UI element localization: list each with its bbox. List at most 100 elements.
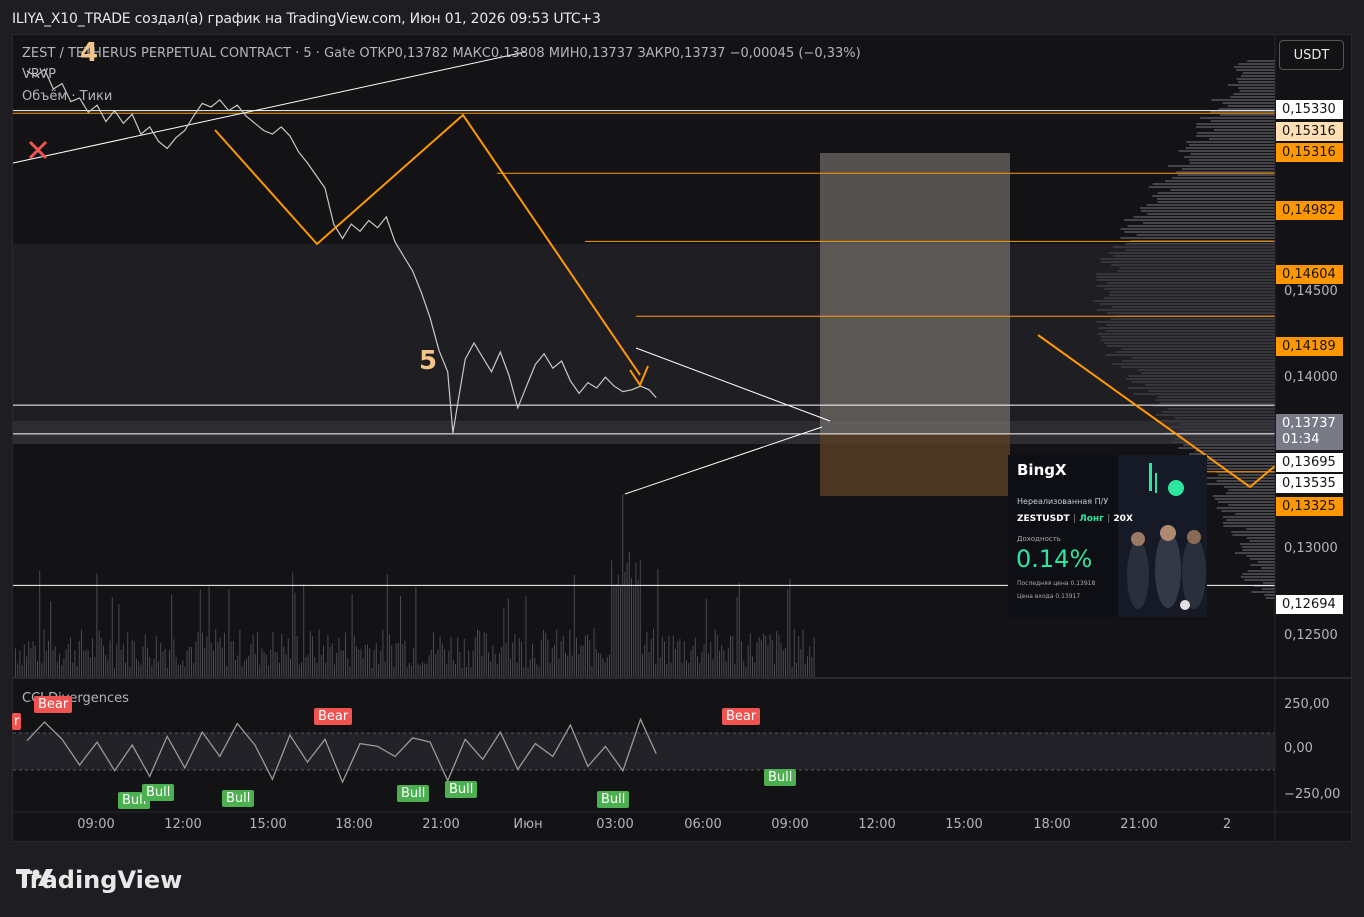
bingx-position-card: BingX Нереализованная П/У ZESTUSDT | Лон… [1008,455,1207,617]
symbol-legend[interactable]: ZEST / TETHERUS PERPETUAL CONTRACT · 5 ·… [22,46,861,61]
bear-signal: r [12,713,22,730]
vrvp-row [1233,93,1275,95]
volume-bar [675,649,676,678]
volume-bar [358,649,360,678]
vrvp-row [1249,558,1275,560]
volume-bar [120,649,122,678]
close-marker-icon [28,140,48,160]
volume-bar [39,570,41,678]
volume-bar [305,657,307,678]
volume-bar [204,648,206,678]
vrvp-row [1222,522,1275,524]
bull-signal: Bull [222,790,255,807]
volume-bar [749,633,751,678]
vrvp-row [1178,447,1275,449]
volume-legend[interactable]: Объём · Тики [22,89,112,104]
time-tick: 18:00 [1033,817,1071,832]
volume-bar [591,666,593,678]
volume-bar [162,651,164,678]
bull-signal: Bull [397,785,430,802]
volume-bar [360,648,362,678]
volume-bar [437,649,439,678]
volume-bar [56,661,58,678]
volume-bar [727,647,729,678]
volume-bar [463,639,465,678]
vrvp-row [1242,549,1275,551]
vrvp-row [1127,225,1275,227]
volume-bar [125,663,126,678]
entry-price: Цена входа 0.13917 [1017,593,1081,600]
vrvp-row [1140,207,1275,209]
volume-bar [92,638,93,678]
volume-bar [74,650,76,678]
volume-bar [653,628,654,678]
vrvp-row [1168,165,1275,167]
volume-bar [466,666,467,678]
vrvp-row [1241,546,1275,548]
volume-bar [331,643,333,678]
volume-bar [103,645,104,678]
volume-bar [292,572,294,678]
volume-bar [78,640,80,678]
volume-bar [793,629,795,678]
currency-button[interactable]: USDT [1279,40,1344,70]
vrvp-legend[interactable]: VRVP [22,67,56,82]
volume-bar [450,636,452,678]
tradingview-brand[interactable]: TradingView [16,866,182,894]
volume-bar [455,663,456,678]
vrvp-row [1195,450,1275,452]
volume-bar [261,648,263,678]
volume-bar [312,636,313,678]
vrvp-row [1189,162,1275,164]
bull-signal: Bull [445,781,478,798]
volume-bar [345,632,346,678]
volume-bar [160,643,162,678]
bingx-logo: BingX [1017,461,1067,479]
volume-bar [606,657,608,678]
volume-bar [534,657,536,678]
volume-bar [402,644,404,678]
volume-bar [499,652,500,678]
price-tick: 0,14500 [1284,284,1338,299]
volume-bar [668,636,670,678]
volume-bar [461,668,463,678]
volume-bar [593,628,595,678]
vrvp-row [1226,519,1275,521]
volume-bar [131,639,133,678]
price-tick: 0,14000 [1284,370,1338,385]
volume-bar [371,668,373,678]
vrvp-row [1209,138,1275,140]
position-side: Лонг [1079,514,1104,524]
volume-bar [138,661,140,678]
vrvp-row [1157,192,1275,194]
volume-bar [479,630,481,678]
vrvp-row [1216,507,1275,509]
volume-bar [785,648,786,678]
volume-bar [732,636,734,678]
volume-bar [600,653,602,678]
vrvp-row [1239,543,1275,545]
volume-bar [147,648,148,678]
volume-bar [714,629,716,678]
vrvp-row [1196,126,1275,128]
volume-bar [197,631,199,678]
volume-bar [433,632,434,678]
volume-bar [389,634,390,678]
volume-bar [470,667,472,678]
volume-bar [89,657,91,678]
volume-bar [664,641,665,678]
vrvp-row [1228,489,1275,491]
volume-bar [716,635,718,678]
volume-bar [659,657,661,678]
vrvp-row [1250,564,1275,566]
vrvp-row [1141,210,1275,212]
volume-bar [426,663,428,678]
volume-bar [210,642,212,678]
volume-bar [351,594,353,678]
volume-bar [221,647,223,678]
volume-bar [395,643,397,678]
vrvp-row [1222,102,1275,104]
volume-bar [415,586,417,678]
vrvp-row [1136,234,1275,236]
vrvp-row [1236,69,1275,71]
